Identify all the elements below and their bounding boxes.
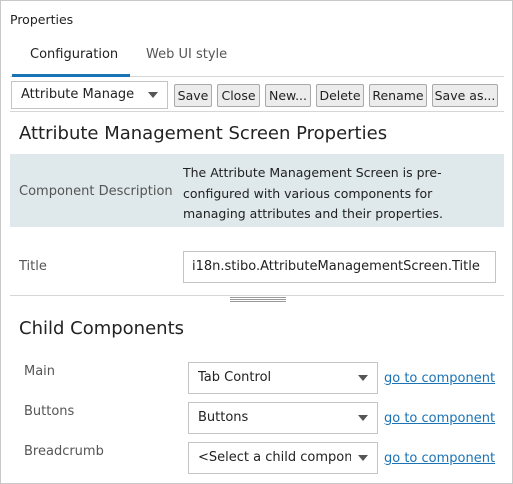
panel-title: Properties [10, 12, 74, 27]
child-label-main: Main [24, 364, 56, 379]
title-field[interactable]: i18n.stibo.AttributeManagementScreen.Tit… [183, 251, 496, 283]
active-tab-indicator [12, 74, 130, 77]
component-selector[interactable]: Attribute Manage [11, 81, 168, 109]
buttons-component-select[interactable]: Buttons [188, 402, 378, 434]
chevron-down-icon [358, 415, 368, 421]
title-label: Title [19, 259, 47, 274]
description-label: Component Description [19, 184, 173, 199]
child-label-buttons: Buttons [24, 404, 75, 419]
chevron-down-icon [358, 455, 368, 461]
delete-button[interactable]: Delete [316, 84, 364, 107]
toolbar-divider [10, 111, 504, 112]
breadcrumb-component-select[interactable]: <Select a child compone [188, 442, 378, 474]
tab-web-ui-style[interactable]: Web UI style [146, 47, 227, 62]
go-to-component-link-main[interactable]: go to component [384, 371, 495, 386]
rename-button[interactable]: Rename [369, 84, 427, 107]
description-text: The Attribute Management Screen is pre-c… [183, 165, 444, 221]
breadcrumb-component-value: <Select a child compone [198, 450, 351, 465]
close-button[interactable]: Close [217, 84, 260, 107]
child-components-heading: Child Components [19, 318, 185, 339]
main-component-select[interactable]: Tab Control [188, 362, 378, 394]
go-to-component-link-buttons[interactable]: go to component [384, 411, 495, 426]
save-as-button[interactable]: Save as... [432, 84, 498, 107]
new-button[interactable]: New... [265, 84, 311, 107]
buttons-component-value: Buttons [198, 410, 249, 425]
child-label-breadcrumb: Breadcrumb [24, 444, 104, 459]
component-selector-value: Attribute Manage [21, 87, 135, 102]
resize-handle[interactable] [230, 297, 286, 303]
section-divider [10, 295, 504, 296]
tab-configuration[interactable]: Configuration [30, 47, 118, 62]
save-button[interactable]: Save [174, 84, 212, 107]
main-component-value: Tab Control [198, 370, 272, 385]
screen-properties-heading: Attribute Management Screen Properties [19, 123, 388, 144]
go-to-component-link-breadcrumb[interactable]: go to component [384, 451, 495, 466]
chevron-down-icon [148, 92, 158, 98]
chevron-down-icon [358, 375, 368, 381]
properties-panel: Properties Configuration Web UI style At… [0, 0, 513, 484]
